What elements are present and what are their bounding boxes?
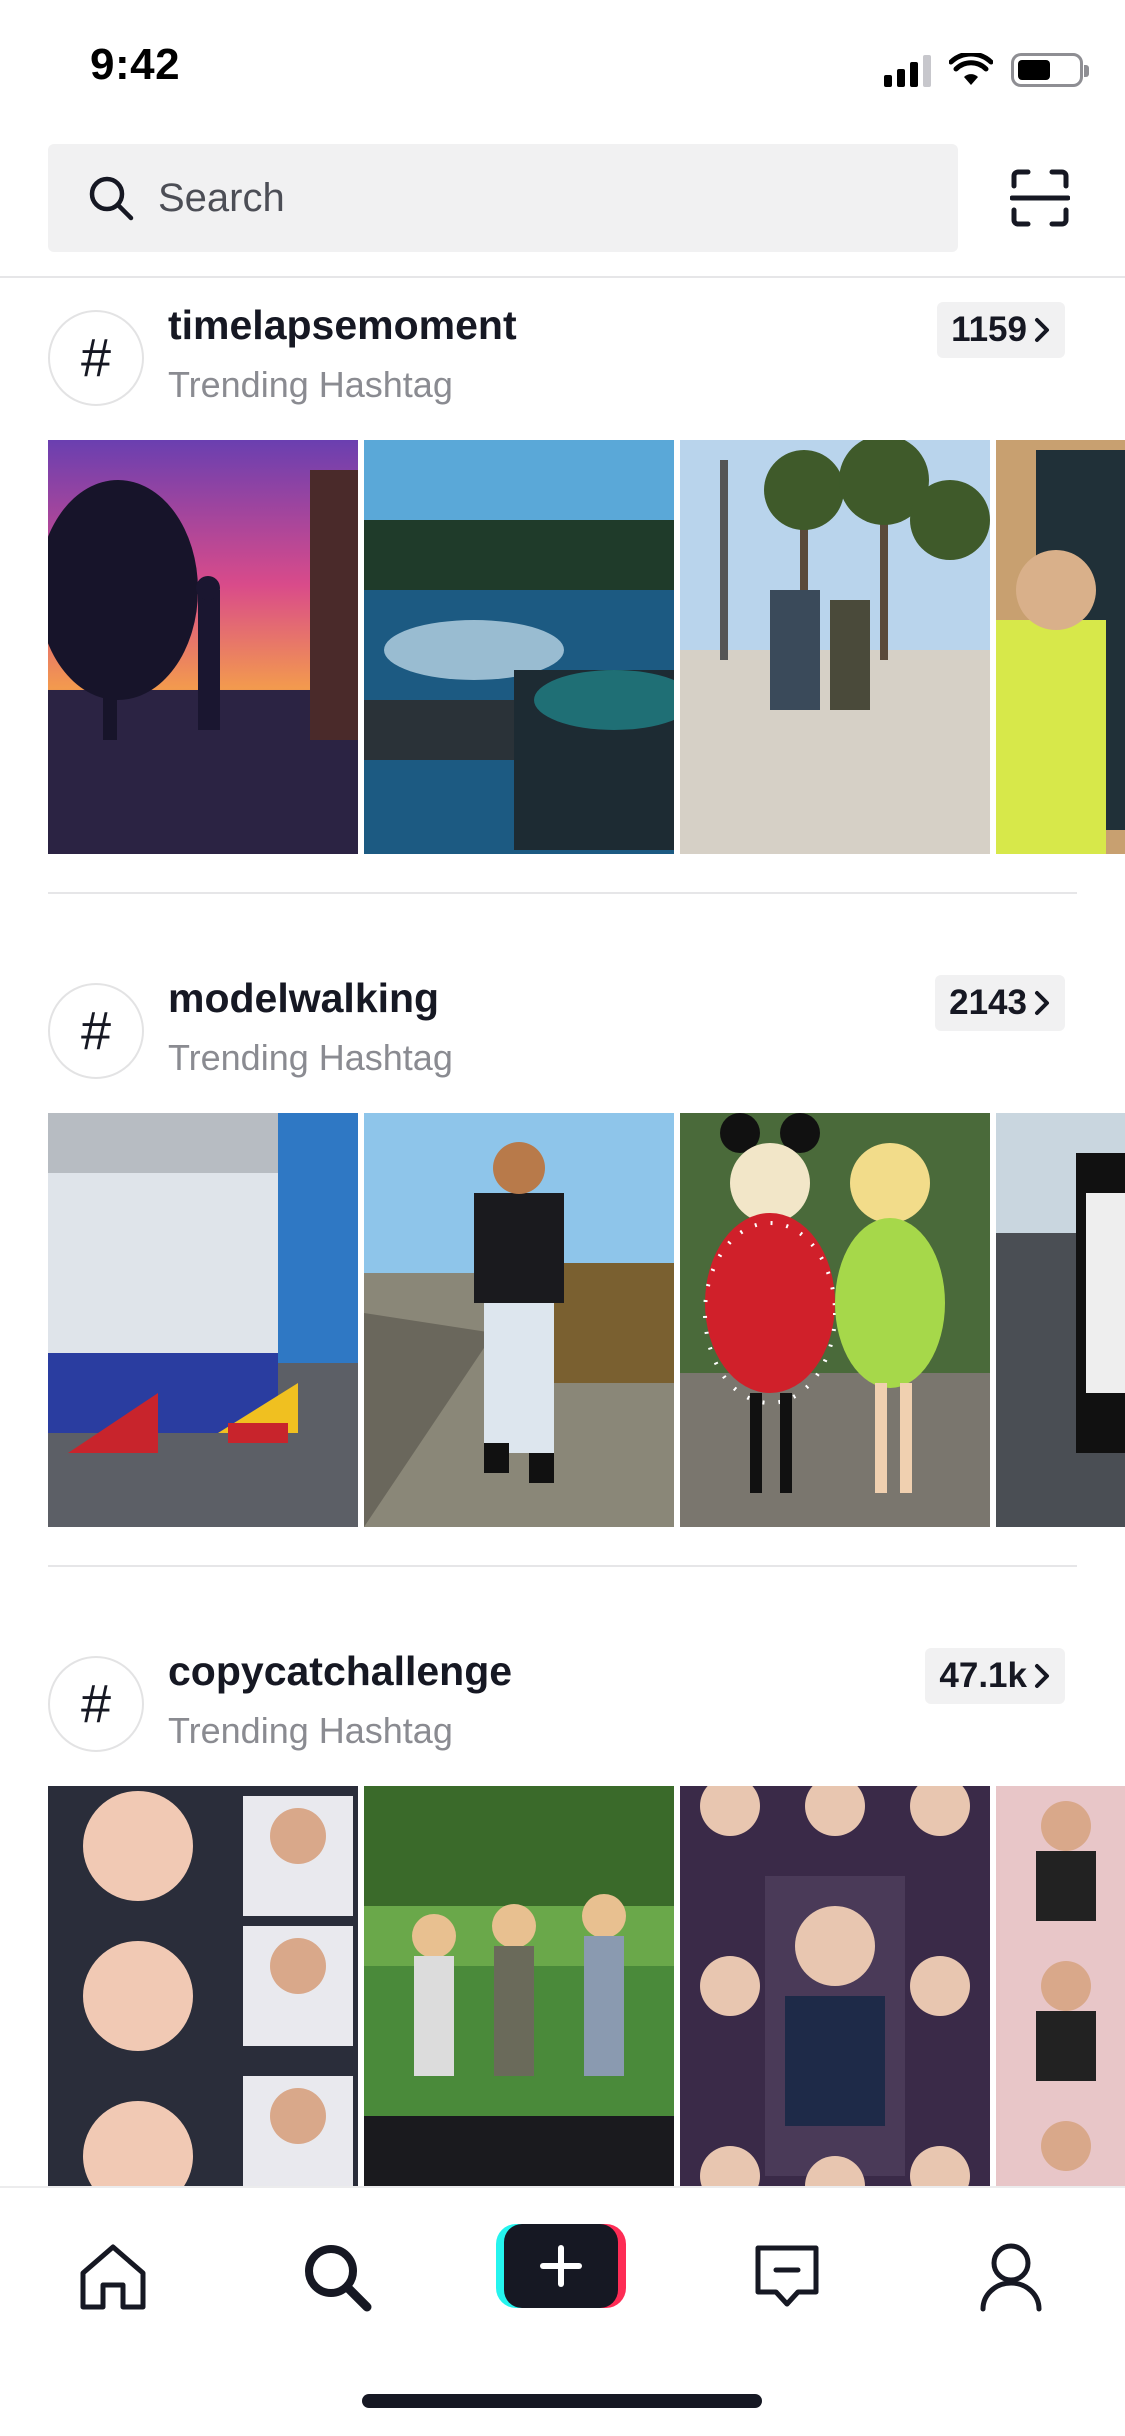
tab-inbox[interactable] [742, 2232, 832, 2322]
status-icons [884, 50, 1089, 90]
chevron-right-icon [1035, 991, 1049, 1015]
battery-icon [1011, 53, 1089, 87]
discover-icon [305, 2245, 372, 2312]
hashtag-name[interactable]: copycatchallenge [168, 1648, 512, 1695]
video-thumbnail-row[interactable] [48, 440, 1125, 854]
inbox-icon [755, 2245, 819, 2307]
tab-profile[interactable] [966, 2232, 1056, 2322]
video-thumbnail-row[interactable] [48, 1786, 1125, 2186]
create-button[interactable] [496, 2224, 626, 2308]
hashtag-name[interactable]: modelwalking [168, 975, 439, 1022]
home-icon [80, 2244, 146, 2310]
hashtag-count: 47.1k [939, 1656, 1027, 1695]
video-thumbnail[interactable] [996, 440, 1125, 854]
video-thumbnail[interactable] [48, 1113, 358, 1527]
header-divider [0, 276, 1125, 278]
hashtag-count: 1159 [951, 310, 1027, 349]
video-thumbnail[interactable] [680, 440, 990, 854]
video-thumbnail[interactable] [364, 1786, 674, 2186]
video-thumbnail[interactable] [48, 1786, 358, 2186]
tab-home[interactable] [68, 2232, 158, 2322]
hashtag-count-button[interactable]: 47.1k [925, 1648, 1065, 1704]
hashtag-subtitle: Trending Hashtag [168, 1037, 453, 1078]
tab-discover[interactable] [292, 2232, 382, 2322]
hashtag-subtitle: Trending Hashtag [168, 1710, 453, 1751]
video-thumbnail[interactable] [364, 1113, 674, 1527]
hashtag-count: 2143 [949, 983, 1027, 1022]
video-thumbnail-row[interactable] [48, 1113, 1125, 1527]
create-icon [540, 2245, 582, 2287]
search-input[interactable] [158, 175, 918, 221]
home-indicator [362, 2394, 762, 2408]
hashtag-icon: # [48, 1656, 144, 1752]
scan-icon[interactable] [1010, 168, 1070, 228]
section-divider [48, 892, 1077, 894]
chevron-right-icon [1035, 1664, 1049, 1688]
video-thumbnail[interactable] [996, 1113, 1125, 1527]
status-bar: 9:42 [0, 0, 1125, 132]
hashtag-icon: # [48, 983, 144, 1079]
cellular-signal-icon [884, 53, 931, 87]
search-icon [89, 176, 134, 221]
video-thumbnail[interactable] [680, 1786, 990, 2186]
section-divider [48, 1565, 1077, 1567]
hashtag-count-button[interactable]: 2143 [935, 975, 1065, 1031]
hashtag-subtitle: Trending Hashtag [168, 364, 453, 405]
hashtag-count-button[interactable]: 1159 [937, 302, 1065, 358]
video-thumbnail[interactable] [680, 1113, 990, 1527]
chevron-right-icon [1035, 318, 1049, 342]
search-bar[interactable] [48, 144, 958, 252]
wifi-icon [949, 53, 993, 85]
hashtag-name[interactable]: timelapsemoment [168, 302, 517, 349]
status-time: 9:42 [90, 40, 181, 89]
hashtag-icon: # [48, 310, 144, 406]
video-thumbnail[interactable] [48, 440, 358, 854]
video-thumbnail[interactable] [364, 440, 674, 854]
video-thumbnail[interactable] [996, 1786, 1125, 2186]
profile-icon [980, 2243, 1042, 2312]
